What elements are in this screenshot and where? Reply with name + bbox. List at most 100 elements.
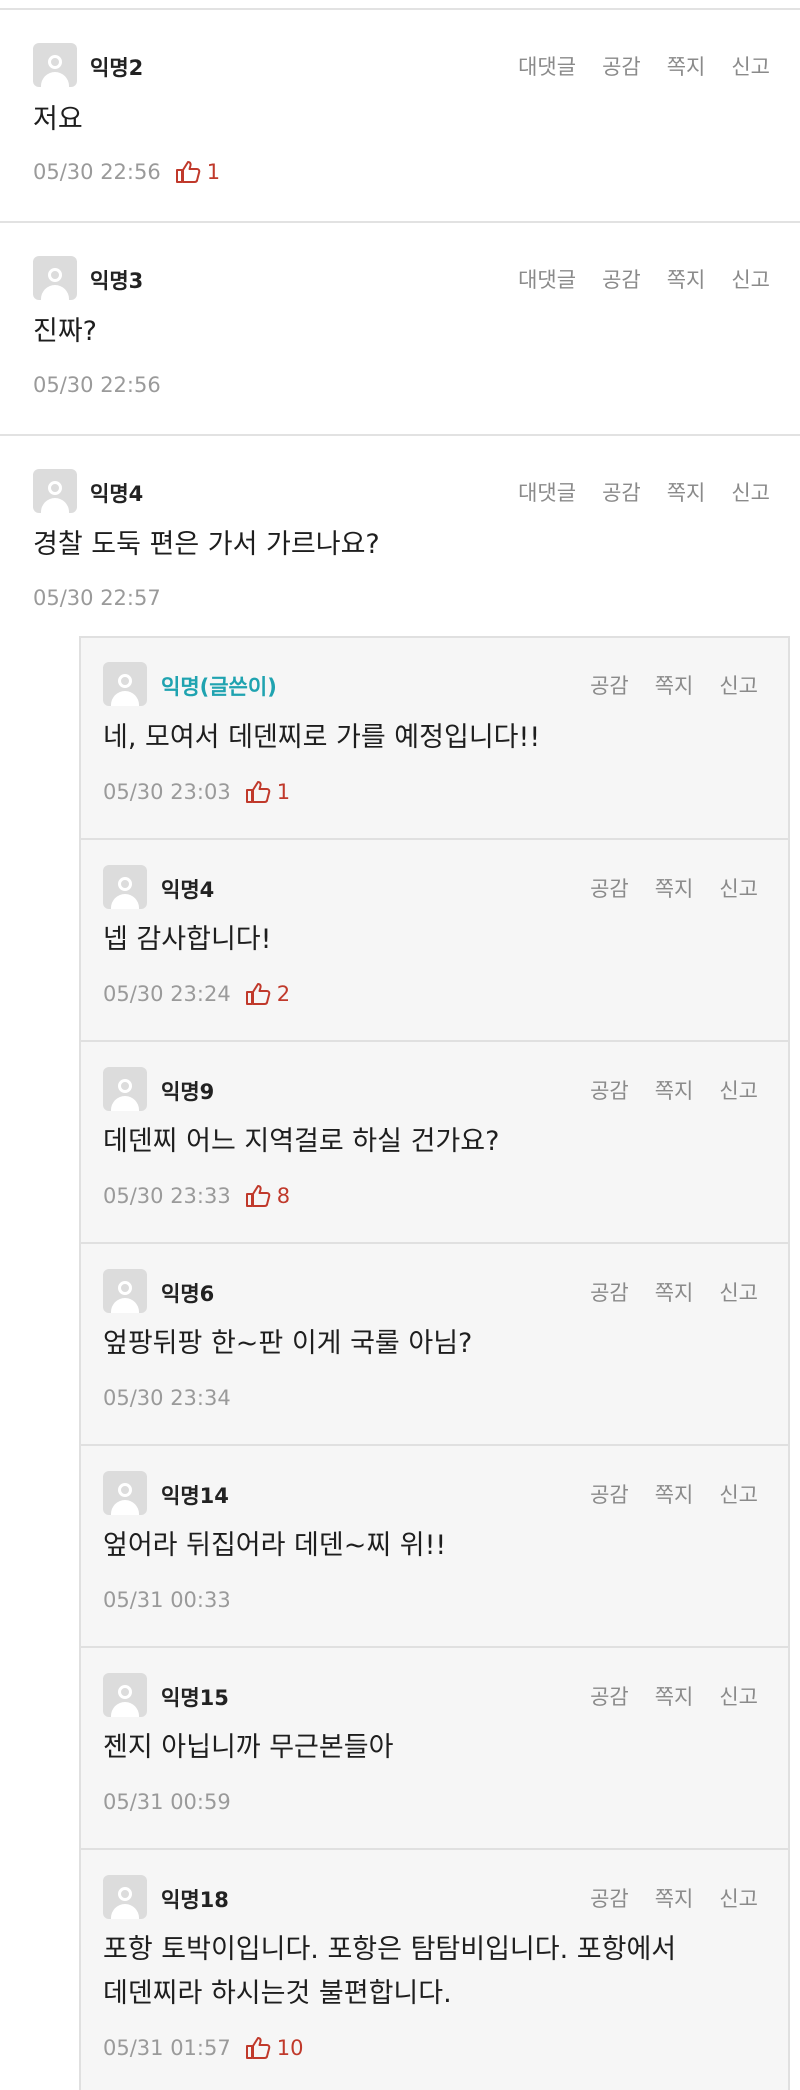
reply: 익명9 공감 쪽지 신고 데덴찌 어느 지역걸로 하실 건가요? 05/30 2… <box>79 1040 790 1242</box>
reply-actions: 공감 쪽지 신고 <box>590 1277 758 1307</box>
reply-text: 엎팡뒤팡 한~판 이게 국룰 아님? <box>103 1328 473 1359</box>
like-count: 2 <box>245 982 290 1006</box>
comment-text: 진짜? <box>33 316 98 347</box>
default-avatar-icon <box>103 1875 147 1919</box>
default-avatar-icon <box>33 256 77 300</box>
report-button[interactable]: 신고 <box>731 264 770 294</box>
reply-actions: 공감 쪽지 신고 <box>590 670 758 700</box>
reply-time: 05/30 23:24 <box>103 982 231 1006</box>
message-button[interactable]: 쪽지 <box>667 264 706 294</box>
reply-actions: 공감 쪽지 신고 <box>590 1075 758 1105</box>
thumbs-up-icon <box>245 1185 271 1207</box>
like-button[interactable]: 공감 <box>602 477 641 507</box>
like-button[interactable]: 공감 <box>590 1075 629 1105</box>
reply-button[interactable]: 대댓글 <box>518 51 576 81</box>
comment-time: 05/30 22:56 <box>33 373 161 397</box>
reply: 익명14 공감 쪽지 신고 엎어라 뒤집어라 데덴~찌 위!! 05/31 00… <box>79 1444 790 1646</box>
like-button[interactable]: 공감 <box>590 670 629 700</box>
like-count-value: 1 <box>206 160 221 184</box>
reply-text: 데덴찌 어느 지역걸로 하실 건가요? <box>103 1126 500 1157</box>
comment-meta: 05/30 22:57 <box>33 586 161 610</box>
like-count: 1 <box>245 780 290 804</box>
reply-author: 익명9 <box>161 1080 215 1104</box>
like-count: 10 <box>245 2036 303 2060</box>
comment-time: 05/30 22:57 <box>33 586 161 610</box>
comment-author: 익명3 <box>90 269 144 293</box>
default-avatar-icon <box>103 662 147 706</box>
reply-author: 익명(글쓴이) <box>161 675 277 699</box>
comment-actions: 대댓글 공감 쪽지 신고 <box>518 477 770 507</box>
reply-author: 익명6 <box>161 1282 215 1306</box>
message-button[interactable]: 쪽지 <box>655 1277 694 1307</box>
message-button[interactable]: 쪽지 <box>655 1883 694 1913</box>
comment-meta: 05/30 22:56 1 <box>33 160 220 184</box>
reply-actions: 공감 쪽지 신고 <box>590 1883 758 1913</box>
reply-meta: 05/30 23:33 8 <box>103 1184 290 1208</box>
report-button[interactable]: 신고 <box>731 477 770 507</box>
report-button[interactable]: 신고 <box>719 1277 758 1307</box>
message-button[interactable]: 쪽지 <box>655 670 694 700</box>
default-avatar-icon <box>103 865 147 909</box>
like-button[interactable]: 공감 <box>590 1883 629 1913</box>
like-count-value: 2 <box>276 982 291 1006</box>
comment-text: 경찰 도둑 편은 가서 가르나요? <box>33 529 380 560</box>
message-button[interactable]: 쪽지 <box>655 1681 694 1711</box>
reply: 익명18 공감 쪽지 신고 포항 토박이입니다. 포항은 탐탐비입니다. 포항에… <box>79 1848 790 2090</box>
comment-author: 익명2 <box>90 56 144 80</box>
report-button[interactable]: 신고 <box>719 1681 758 1711</box>
report-button[interactable]: 신고 <box>719 873 758 903</box>
reply-time: 05/30 23:33 <box>103 1184 231 1208</box>
reply-button[interactable]: 대댓글 <box>518 264 576 294</box>
thumbs-up-icon <box>245 781 271 803</box>
like-button[interactable]: 공감 <box>590 1277 629 1307</box>
reply-author: 익명18 <box>161 1888 229 1912</box>
like-button[interactable]: 공감 <box>590 1479 629 1509</box>
report-button[interactable]: 신고 <box>719 670 758 700</box>
reply-text-line: 데덴찌라 하시는것 불편합니다. <box>103 1978 452 2009</box>
comment-time: 05/30 22:56 <box>33 160 161 184</box>
comment-meta: 05/30 22:56 <box>33 373 161 397</box>
default-avatar-icon <box>33 43 77 87</box>
default-avatar-icon <box>33 469 77 513</box>
reply-actions: 공감 쪽지 신고 <box>590 1681 758 1711</box>
reply-time: 05/31 01:57 <box>103 2036 231 2060</box>
message-button[interactable]: 쪽지 <box>667 477 706 507</box>
like-button[interactable]: 공감 <box>590 873 629 903</box>
reply-author: 익명14 <box>161 1484 229 1508</box>
like-button[interactable]: 공감 <box>602 51 641 81</box>
reply-button[interactable]: 대댓글 <box>518 477 576 507</box>
comment: 익명2 대댓글 공감 쪽지 신고 저요 05/30 22:56 1 <box>0 10 800 223</box>
reply: 익명15 공감 쪽지 신고 젠지 아닙니까 무근본들아 05/31 00:59 <box>79 1646 790 1848</box>
comment-actions: 대댓글 공감 쪽지 신고 <box>518 264 770 294</box>
like-button[interactable]: 공감 <box>602 264 641 294</box>
thumbs-up-icon <box>245 2037 271 2059</box>
report-button[interactable]: 신고 <box>731 51 770 81</box>
comment-actions: 대댓글 공감 쪽지 신고 <box>518 51 770 81</box>
reply-time: 05/31 00:33 <box>103 1588 231 1612</box>
reply-author: 익명4 <box>161 878 215 902</box>
comment-author: 익명4 <box>90 482 144 506</box>
message-button[interactable]: 쪽지 <box>655 1075 694 1105</box>
reply-text: 넵 감사합니다! <box>103 924 272 955</box>
like-count-value: 8 <box>276 1184 291 1208</box>
reply-time: 05/31 00:59 <box>103 1790 231 1814</box>
reply-meta: 05/31 00:33 <box>103 1588 231 1612</box>
message-button[interactable]: 쪽지 <box>655 873 694 903</box>
report-button[interactable]: 신고 <box>719 1075 758 1105</box>
like-button[interactable]: 공감 <box>590 1681 629 1711</box>
report-button[interactable]: 신고 <box>719 1883 758 1913</box>
report-button[interactable]: 신고 <box>719 1479 758 1509</box>
reply-time: 05/30 23:03 <box>103 780 231 804</box>
message-button[interactable]: 쪽지 <box>667 51 706 81</box>
reply-text: 네, 모여서 데덴찌로 가를 예정입니다!! <box>103 722 541 753</box>
reply-meta: 05/30 23:34 <box>103 1386 231 1410</box>
default-avatar-icon <box>103 1471 147 1515</box>
message-button[interactable]: 쪽지 <box>655 1479 694 1509</box>
reply-meta: 05/30 23:24 2 <box>103 982 290 1006</box>
reply-meta: 05/31 01:57 10 <box>103 2036 303 2060</box>
comment: 익명4 대댓글 공감 쪽지 신고 경찰 도둑 편은 가서 가르나요? 05/30… <box>0 436 800 636</box>
reply-text: 젠지 아닙니까 무근본들아 <box>103 1732 394 1763</box>
default-avatar-icon <box>103 1269 147 1313</box>
default-avatar-icon <box>103 1673 147 1717</box>
comment: 익명3 대댓글 공감 쪽지 신고 진짜? 05/30 22:56 <box>0 223 800 436</box>
